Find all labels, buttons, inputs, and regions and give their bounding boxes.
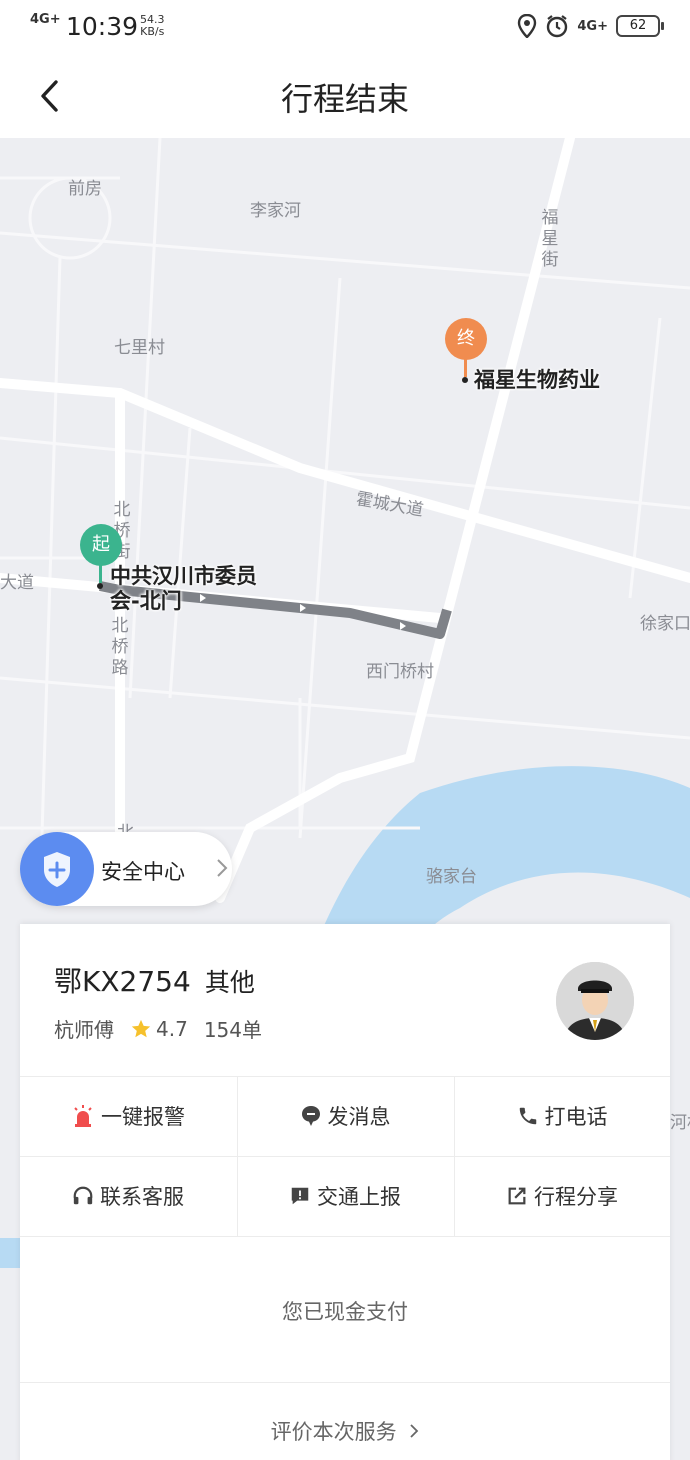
- status-bar: 4G+ 10:39 54.3 KB/s 4G+ 62: [0, 0, 690, 56]
- chevron-right-icon: [217, 859, 228, 877]
- battery-icon: 62: [616, 15, 664, 37]
- map-label-qianfang: 前房: [68, 179, 102, 199]
- clock-time: 10:39: [66, 12, 139, 41]
- map-label-luojiatai: 骆家台: [426, 867, 477, 887]
- map-label-lijiahe: 李家河: [250, 201, 301, 221]
- map-label-qilicun: 七里村: [114, 338, 165, 358]
- share-trip-button[interactable]: 行程分享: [454, 1156, 670, 1236]
- message-icon: [300, 1104, 322, 1128]
- car-info: 鄂KX2754 其他: [54, 960, 255, 1000]
- action-label: 发消息: [327, 1105, 391, 1129]
- action-label: 打电话: [544, 1105, 608, 1129]
- traffic-report-button[interactable]: 交通上报: [237, 1156, 453, 1236]
- trip-card: 鄂KX2754 其他 杭师傅 4.7 154单 一键报警 发消息 打电话 联系客…: [20, 924, 670, 1460]
- map-label-beiqiaolu: 北桥路: [111, 616, 129, 678]
- map-label-xujia: 徐家口: [640, 614, 690, 634]
- share-icon: [506, 1185, 528, 1207]
- status-icons: 4G+ 62: [517, 14, 664, 38]
- safety-icon-circle: [20, 832, 94, 906]
- network-speed: 54.3 KB/s: [140, 14, 165, 38]
- speed-unit: KB/s: [140, 25, 165, 38]
- alarm-clock-icon: [547, 15, 568, 38]
- driver-info: 杭师傅 4.7 154单: [54, 1014, 262, 1043]
- end-location-name: 福星生物药业: [474, 368, 600, 392]
- phone-icon: [517, 1105, 539, 1127]
- chevron-right-icon: [410, 1424, 419, 1438]
- page-title: 行程结束: [280, 80, 409, 118]
- license-plate: 鄂KX2754: [54, 965, 191, 998]
- send-message-button[interactable]: 发消息: [237, 1076, 453, 1156]
- safety-center-button[interactable]: 安全中心: [20, 832, 232, 906]
- safety-center-label: 安全中心: [101, 860, 185, 884]
- shield-plus-icon: [44, 852, 70, 887]
- driver-orders: 154单: [203, 1018, 262, 1042]
- end-pin[interactable]: 终: [445, 318, 487, 360]
- call-driver-button[interactable]: 打电话: [454, 1076, 670, 1156]
- star-icon: [131, 1019, 151, 1037]
- end-pin-stem: [464, 359, 467, 377]
- map-label-river-right: 河村: [670, 1113, 690, 1133]
- driver-avatar[interactable]: [556, 962, 634, 1040]
- divider: [20, 1236, 670, 1237]
- alarm-icon: [71, 1104, 95, 1128]
- network-type: 4G+: [577, 18, 608, 34]
- driver-rating: 4.7: [156, 1016, 188, 1041]
- action-label: 行程分享: [534, 1185, 618, 1209]
- rate-service-link[interactable]: 评价本次服务: [20, 1416, 670, 1446]
- start-location-name-line2: 会-北门: [110, 589, 182, 613]
- signal-icon: 4G+: [30, 12, 61, 27]
- customer-service-button[interactable]: 联系客服: [20, 1156, 236, 1236]
- end-point-dot: [462, 377, 468, 383]
- map-label-dadao: 大道: [0, 573, 34, 593]
- divider: [20, 1382, 670, 1383]
- start-location-name-line1: 中共汉川市委员: [110, 564, 257, 588]
- payment-status: 您已现金支付: [282, 1300, 408, 1324]
- start-pin[interactable]: 起: [80, 524, 122, 566]
- driver-avatar-icon: [556, 962, 634, 1040]
- start-pin-stem: [99, 565, 102, 583]
- headset-icon: [72, 1185, 94, 1207]
- header: 行程结束: [0, 56, 690, 138]
- rate-service-label: 评价本次服务: [270, 1420, 397, 1444]
- map-label-fuxingjie: 福星街: [541, 208, 559, 270]
- location-icon: [518, 14, 537, 38]
- emergency-alarm-button[interactable]: 一键报警: [20, 1076, 236, 1156]
- driver-name: 杭师傅: [54, 1018, 114, 1042]
- report-icon: [289, 1185, 311, 1207]
- action-label: 交通上报: [317, 1185, 401, 1209]
- map-label-ximenqiaocun: 西门桥村: [366, 662, 434, 682]
- action-label: 联系客服: [100, 1185, 184, 1209]
- start-location-name: 中共汉川市委员 会-北门: [110, 564, 257, 614]
- car-type: 其他: [204, 968, 255, 997]
- action-label: 一键报警: [101, 1105, 185, 1129]
- start-point-dot: [97, 583, 103, 589]
